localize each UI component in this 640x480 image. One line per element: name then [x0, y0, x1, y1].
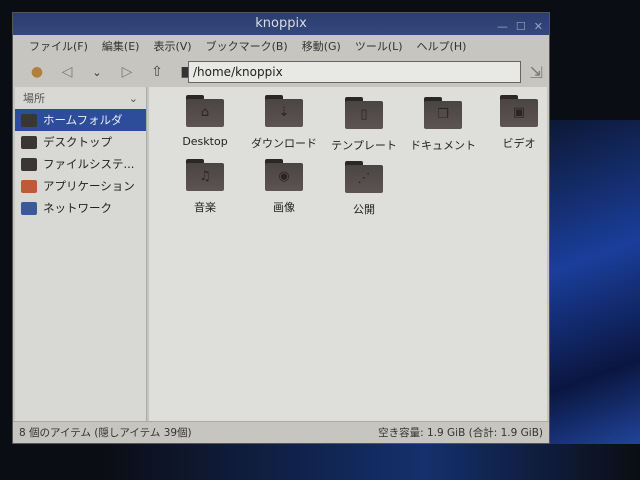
- folder-item[interactable]: ⌂ Desktop: [165, 95, 245, 148]
- filesystem-icon: [21, 157, 37, 171]
- menu-go[interactable]: 移動(G): [302, 38, 341, 54]
- folder-icon: ♫: [186, 159, 224, 191]
- status-bar: 8 個のアイテム (隠しアイテム 39個) 空き容量: 1.9 GiB (合計:…: [13, 421, 549, 443]
- new-tab-icon[interactable]: ●: [27, 62, 47, 82]
- folder-item[interactable]: ⇣ ダウンロード: [244, 95, 324, 151]
- folder-label: テンプレート: [331, 139, 397, 152]
- sidebar-item-applications[interactable]: アプリケーション: [15, 175, 146, 197]
- folder-label: 公開: [353, 203, 375, 216]
- close-button[interactable]: ✕: [534, 16, 543, 38]
- menu-help[interactable]: ヘルプ(H): [417, 38, 467, 54]
- sidebar-item-label: ファイルシステ...: [43, 157, 135, 171]
- chevron-down-icon[interactable]: ⌄: [129, 92, 138, 105]
- free-space: 空き容量: 1.9 GiB (合計: 1.9 GiB): [378, 427, 543, 439]
- sidebar-item-label: ホームフォルダ: [43, 113, 123, 127]
- folder-label: Desktop: [182, 135, 228, 148]
- menu-bookmarks[interactable]: ブックマーク(B): [206, 38, 288, 54]
- folder-item[interactable]: ▯ テンプレート: [324, 97, 404, 153]
- path-input[interactable]: /home/knoppix: [188, 61, 521, 83]
- folder-item[interactable]: ◉ 画像: [244, 159, 324, 215]
- places-label: 場所: [23, 92, 45, 105]
- history-dropdown-icon[interactable]: ⌄: [87, 62, 107, 82]
- folder-icon: ⇣: [265, 95, 303, 127]
- sidebar-item-label: アプリケーション: [43, 179, 135, 193]
- go-icon[interactable]: ⇲: [530, 63, 543, 82]
- sidebar-item-home-folder[interactable]: ホームフォルダ: [15, 109, 146, 131]
- menu-view[interactable]: 表示(V): [153, 38, 191, 54]
- forward-button-icon[interactable]: ▷: [117, 62, 137, 82]
- sidebar-item-label: デスクトップ: [43, 135, 112, 149]
- sidebar: 場所 ⌄ ホームフォルダ デスクトップファイルシステ... アプリケーション ネットワー…: [15, 87, 147, 421]
- sidebar-item-desktop[interactable]: デスクトップ: [15, 131, 146, 153]
- sidebar-item-network[interactable]: ネットワーク: [15, 197, 146, 219]
- home-folder-icon: [21, 113, 37, 127]
- folder-label: 音楽: [194, 201, 216, 214]
- folder-icon: ⌂: [186, 95, 224, 127]
- back-button-icon[interactable]: ◁: [57, 62, 77, 82]
- folder-icon: ▣: [500, 95, 538, 127]
- places-header[interactable]: 場所 ⌄: [15, 87, 146, 109]
- maximize-button[interactable]: ☐: [516, 16, 526, 38]
- title-bar[interactable]: knoppix — ☐ ✕: [13, 13, 549, 35]
- menu-tools[interactable]: ツール(L): [355, 38, 403, 54]
- folder-item[interactable]: ▣ ビデオ: [479, 95, 559, 151]
- window-title: knoppix: [255, 16, 307, 31]
- folder-label: ビデオ: [502, 137, 536, 150]
- folder-item[interactable]: ❐ ドキュメント: [403, 97, 483, 153]
- file-view: ⌂ Desktop ⇣ ダウンロード ▯ テンプレート ❐ ドキュメント ▣ ビデオ ♫ 音楽 ◉ 画像 ⋰…: [149, 87, 547, 421]
- folder-label: ダウンロード: [251, 137, 317, 150]
- folder-icon: ⋰: [345, 161, 383, 193]
- network-icon: [21, 201, 37, 215]
- folder-item[interactable]: ♫ 音楽: [165, 159, 245, 215]
- folder-label: ドキュメント: [410, 139, 476, 152]
- folder-icon: ◉: [265, 159, 303, 191]
- item-count: 8 個のアイテム (隠しアイテム 39個): [19, 427, 192, 439]
- sidebar-item-filesystem[interactable]: ファイルシステ...: [15, 153, 146, 175]
- desktop-wallpaper-bottom: [100, 444, 640, 480]
- folder-item[interactable]: ⋰ 公開: [324, 161, 404, 217]
- folder-icon: ❐: [424, 97, 462, 129]
- up-folder-icon[interactable]: ⇧: [147, 62, 167, 82]
- minimize-button[interactable]: —: [497, 16, 508, 38]
- folder-label: 画像: [273, 201, 295, 214]
- menu-bar: ファイル(F) 編集(E) 表示(V) ブックマーク(B) 移動(G) ツール(…: [13, 35, 549, 57]
- menu-edit[interactable]: 編集(E): [102, 38, 140, 54]
- desktop-icon: [21, 135, 37, 149]
- file-manager-window: knoppix — ☐ ✕ ファイル(F) 編集(E) 表示(V) ブックマーク(B…: [12, 12, 550, 444]
- folder-icon: ▯: [345, 97, 383, 129]
- toolbar: ● ◁ ⌄ ▷ ⇧ ■ /home/knoppix ⇲: [13, 57, 549, 87]
- applications-icon: [21, 179, 37, 193]
- sidebar-item-label: ネットワーク: [43, 201, 112, 215]
- menu-file[interactable]: ファイル(F): [29, 38, 88, 54]
